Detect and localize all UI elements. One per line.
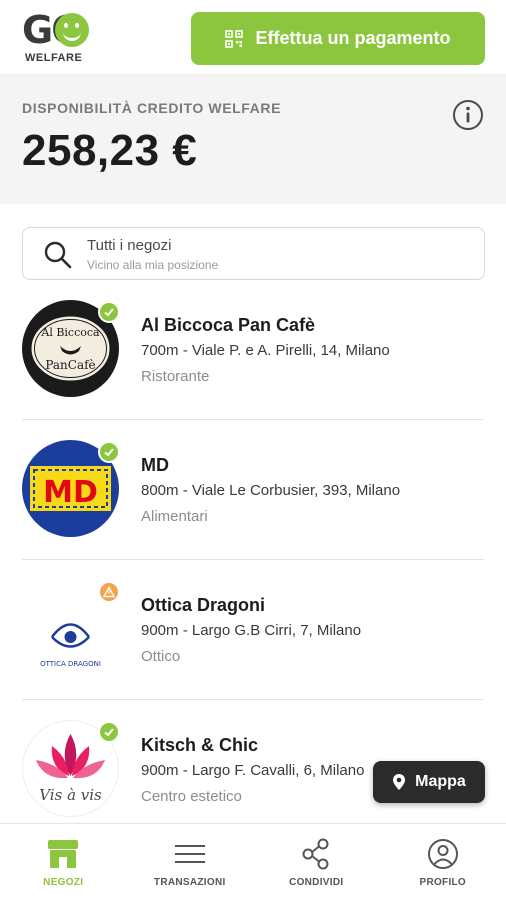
go-welfare-logo[interactable]: GO WELFARE xyxy=(22,10,89,68)
map-button-label: Mappa xyxy=(415,773,466,790)
pay-button[interactable]: Effettua un pagamento xyxy=(191,12,485,65)
store-item[interactable]: MD MD 800m - Viale Le Corbusier, 393, Mi… xyxy=(0,420,506,560)
verified-badge-icon xyxy=(98,721,120,743)
store-category: Ristorante xyxy=(141,368,210,385)
store-item[interactable]: Al Biccoca PanCafè Al Biccoca Pan Cafè 7… xyxy=(0,280,506,420)
store-address: 900m - Largo G.B Cirri, 7, Milano xyxy=(141,622,362,639)
store-logo-text: MD xyxy=(43,475,98,510)
nav-item-transazioni[interactable]: TRANSAZIONI xyxy=(127,824,254,900)
smile-icon xyxy=(55,13,89,47)
store-address: 800m - Viale Le Corbusier, 393, Milano xyxy=(141,482,401,499)
share-icon xyxy=(302,838,329,870)
search-location-label: Vicino alla mia posizione xyxy=(87,258,219,272)
nav-item-negozi[interactable]: NEGOZI xyxy=(0,824,127,900)
verified-badge-icon xyxy=(98,441,120,463)
map-button[interactable]: Mappa xyxy=(373,761,485,803)
nav-label: PROFILO xyxy=(419,877,467,888)
map-pin-icon xyxy=(393,774,406,790)
store-name: Ottica Dragoni xyxy=(141,595,266,615)
nav-label: TRANSAZIONI xyxy=(153,877,226,888)
store-item[interactable]: OTTICA DRAGONI Ottica Dragoni 900m - Lar… xyxy=(0,560,506,700)
logo-subtitle: WELFARE xyxy=(25,52,83,64)
store-address: 700m - Viale P. e A. Pirelli, 14, Milano xyxy=(141,342,390,359)
search-filter-label: Tutti i negozi xyxy=(87,237,172,254)
store-category: Ottico xyxy=(141,648,181,665)
store-icon xyxy=(48,840,79,868)
qr-code-icon xyxy=(225,29,244,48)
store-name: Al Biccoca Pan Cafè xyxy=(141,315,316,335)
app-header: GO WELFARE Effettua un pagamento xyxy=(0,0,506,74)
store-logo-text: OTTICA DRAGONI xyxy=(40,660,101,668)
profile-icon xyxy=(427,839,458,869)
store-name: Kitsch & Chic xyxy=(141,735,259,755)
store-category: Alimentari xyxy=(141,508,208,525)
search-icon xyxy=(44,241,72,269)
store-name: MD xyxy=(141,455,169,475)
store-logo-text-top: Al Biccoca xyxy=(40,326,100,339)
verified-badge-icon xyxy=(98,301,120,323)
store-logo-text: Vis à vis xyxy=(39,786,102,804)
list-icon xyxy=(174,845,205,863)
bottom-navigation: NEGOZI TRANSAZIONI CONDIVIDI PROFILO xyxy=(0,823,506,900)
nav-item-profilo[interactable]: PROFILO xyxy=(380,824,506,900)
nav-label: NEGOZI xyxy=(43,877,84,888)
credit-label: DISPONIBILITÀ CREDITO WELFARE xyxy=(22,100,282,116)
warning-badge-icon xyxy=(98,581,120,603)
store-logo-text-bottom: PanCafè xyxy=(45,358,95,372)
info-icon[interactable] xyxy=(452,99,484,131)
store-category: Centro estetico xyxy=(141,788,242,805)
nav-label: CONDIVIDI xyxy=(289,877,344,888)
nav-item-condividi[interactable]: CONDIVIDI xyxy=(253,824,380,900)
pay-button-label: Effettua un pagamento xyxy=(255,28,451,48)
store-address: 900m - Largo F. Cavalli, 6, Milano xyxy=(141,762,365,779)
store-search[interactable]: Tutti i negozi Vicino alla mia posizione xyxy=(22,227,485,280)
credit-panel: DISPONIBILITÀ CREDITO WELFARE 258,23 € xyxy=(0,74,506,204)
credit-amount: 258,23 € xyxy=(22,126,198,175)
